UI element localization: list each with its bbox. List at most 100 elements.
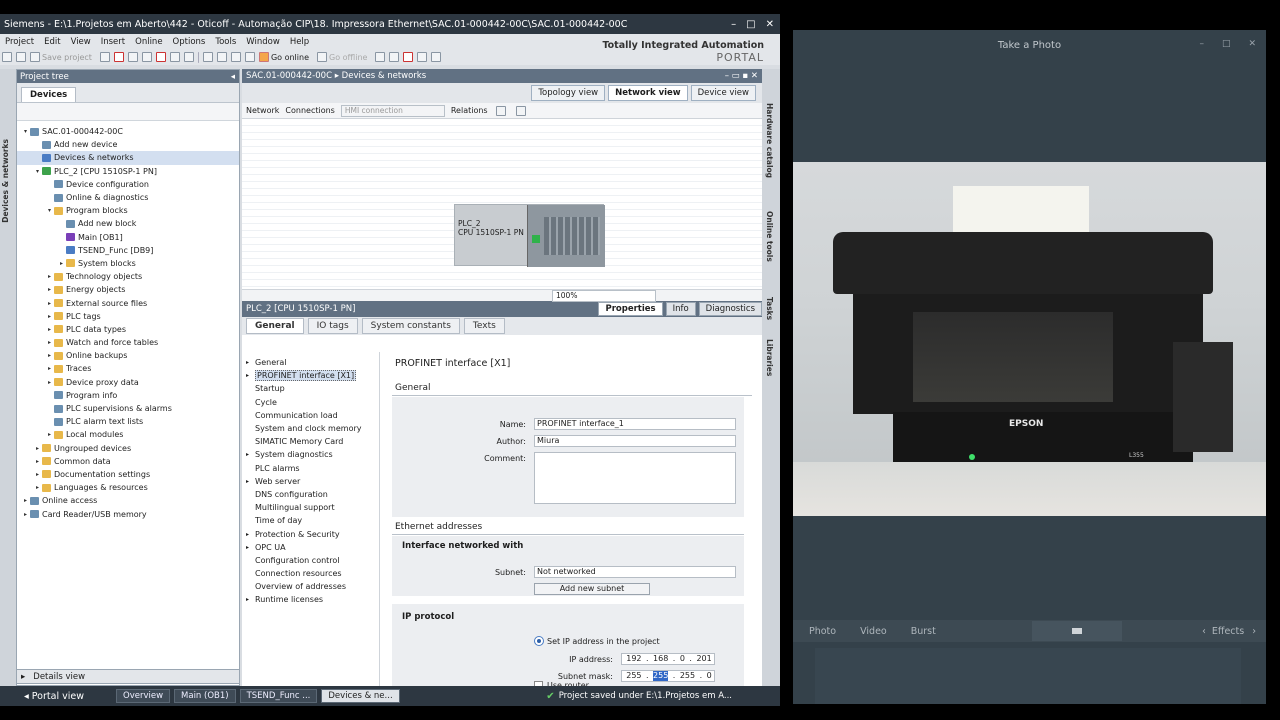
expand-icon[interactable]: ▸ xyxy=(21,672,25,682)
go-online-button[interactable]: Go online xyxy=(271,53,309,62)
expand-arrow-icon[interactable]: ▸ xyxy=(33,484,42,491)
tree-item[interactable]: ▸ Documentation settings xyxy=(17,468,239,481)
grid-icon[interactable] xyxy=(515,105,526,116)
download-icon[interactable] xyxy=(216,52,227,62)
undo-icon[interactable] xyxy=(169,52,180,62)
tab-network-view[interactable]: Network view xyxy=(608,85,688,101)
mode-burst[interactable]: Burst xyxy=(911,626,936,637)
properties-nav-item[interactable]: ▸ System diagnostics xyxy=(242,448,379,461)
tree-item[interactable]: ▸ Ungrouped devices xyxy=(17,442,239,455)
properties-nav-item[interactable]: System and clock memory xyxy=(242,422,379,435)
mode-photo[interactable]: Photo xyxy=(809,626,836,637)
split-editor-vertical-icon[interactable] xyxy=(431,52,442,62)
expand-arrow-icon[interactable]: ▸ xyxy=(45,379,54,386)
zoom-icon[interactable] xyxy=(495,105,506,116)
new-project-icon[interactable] xyxy=(2,52,12,62)
expand-arrow-icon[interactable]: ▸ xyxy=(45,273,54,280)
comment-textarea[interactable] xyxy=(534,452,736,504)
open-project-icon[interactable] xyxy=(16,52,26,62)
subtab-system-constants[interactable]: System constants xyxy=(361,318,460,334)
expand-arrow-icon[interactable]: ▸ xyxy=(21,497,30,504)
tree-item[interactable]: ▸ Languages & resources xyxy=(17,481,239,494)
stop-cpu-icon[interactable] xyxy=(403,52,414,62)
taskbar-overview[interactable]: Overview xyxy=(116,689,171,703)
tree-item[interactable]: ▸ Card Reader/USB memory xyxy=(17,507,239,520)
properties-nav-item[interactable]: ▸ General xyxy=(242,356,379,369)
chevron-right-icon[interactable]: › xyxy=(1252,626,1256,637)
tab-hardware-catalog[interactable]: Hardware catalog xyxy=(765,103,774,178)
tree-item[interactable]: Main [OB1] xyxy=(17,231,239,244)
properties-nav-item[interactable]: SIMATIC Memory Card xyxy=(242,435,379,448)
tree-item[interactable]: TSEND_Func [DB9] xyxy=(17,244,239,257)
chevron-left-icon[interactable]: ‹ xyxy=(1202,626,1206,637)
network-button[interactable]: Network xyxy=(246,106,279,115)
expand-arrow-icon[interactable]: ▸ xyxy=(246,372,255,379)
expand-arrow-icon[interactable]: ▸ xyxy=(45,326,54,333)
properties-nav-item[interactable]: DNS configuration xyxy=(242,488,379,501)
accessible-devices-icon[interactable] xyxy=(375,52,386,62)
upload-icon[interactable] xyxy=(230,52,241,62)
tree-item[interactable]: ▾ Program blocks xyxy=(17,204,239,217)
shutter-button[interactable] xyxy=(1031,621,1122,641)
properties-nav-item[interactable]: Overview of addresses xyxy=(242,580,379,593)
menu-edit[interactable]: Edit xyxy=(39,37,65,47)
tab-properties[interactable]: Properties xyxy=(598,302,663,316)
subnet-select[interactable]: Not networked xyxy=(534,566,736,578)
menu-window[interactable]: Window xyxy=(241,37,285,47)
tree-item[interactable]: ▸ Energy objects xyxy=(17,283,239,296)
zoom-select[interactable]: 100% xyxy=(552,289,656,302)
tree-item[interactable]: Add new device xyxy=(17,138,239,151)
menu-project[interactable]: Project xyxy=(0,37,39,47)
tree-item[interactable]: ▸ Local modules xyxy=(17,428,239,441)
tab-libraries[interactable]: Libraries xyxy=(765,339,774,376)
maximize-icon[interactable]: □ xyxy=(1222,39,1231,49)
properties-nav-item[interactable]: Cycle xyxy=(242,396,379,409)
expand-arrow-icon[interactable]: ▸ xyxy=(45,365,54,372)
properties-nav-item[interactable]: Time of day xyxy=(242,514,379,527)
compile-icon[interactable] xyxy=(202,52,213,62)
collapse-icon[interactable]: ◂ xyxy=(231,72,239,82)
minimize-icon[interactable]: – xyxy=(731,19,736,30)
tab-devices[interactable]: Devices xyxy=(21,87,77,102)
expand-arrow-icon[interactable]: ▸ xyxy=(33,471,42,478)
tree-item[interactable]: ▸ PLC data types xyxy=(17,323,239,336)
cut-icon[interactable] xyxy=(113,52,124,62)
properties-nav-item[interactable]: ▸ Web server xyxy=(242,475,379,488)
relations-button[interactable]: Relations xyxy=(451,106,488,115)
tree-item[interactable]: Online & diagnostics xyxy=(17,191,239,204)
expand-arrow-icon[interactable]: ▾ xyxy=(33,168,42,175)
side-tab-devices-networks[interactable]: Devices & networks xyxy=(1,139,10,223)
properties-nav-item[interactable]: ▸ Runtime licenses xyxy=(242,593,379,606)
simulation-icon[interactable] xyxy=(244,52,255,62)
author-input[interactable]: Miura xyxy=(534,435,736,447)
properties-nav-item[interactable]: Startup xyxy=(242,382,379,395)
properties-nav-item[interactable]: Multilingual support xyxy=(242,501,379,514)
redo-icon[interactable] xyxy=(183,52,194,62)
tree-item[interactable]: ▸ Common data xyxy=(17,455,239,468)
subtab-general[interactable]: General xyxy=(246,318,304,334)
delete-icon[interactable] xyxy=(155,52,166,62)
editor-window-controls[interactable]: – ▭ ▪ ✕ xyxy=(725,71,762,81)
maximize-icon[interactable]: □ xyxy=(746,19,755,30)
expand-arrow-icon[interactable]: ▸ xyxy=(45,313,54,320)
taskbar-tsend-func[interactable]: TSEND_Func ... xyxy=(239,689,318,703)
tab-diagnostics[interactable]: Diagnostics xyxy=(698,302,762,316)
close-icon[interactable]: ✕ xyxy=(1248,39,1256,49)
properties-nav-item[interactable]: ▸ PROFINET interface [X1] xyxy=(242,369,379,382)
tree-item[interactable]: ▸ Online access xyxy=(17,494,239,507)
menu-options[interactable]: Options xyxy=(168,37,211,47)
expand-arrow-icon[interactable]: ▸ xyxy=(246,478,255,485)
tree-item[interactable]: Program info xyxy=(17,389,239,402)
subtab-texts[interactable]: Texts xyxy=(463,318,505,334)
effects-button[interactable]: Effects xyxy=(1212,626,1244,637)
tree-item[interactable]: ▸ Device proxy data xyxy=(17,376,239,389)
go-offline-icon[interactable] xyxy=(317,52,327,62)
tree-item[interactable]: ▾ SAC.01-000442-00C xyxy=(17,125,239,138)
expand-arrow-icon[interactable]: ▸ xyxy=(246,451,255,458)
details-view-bar[interactable]: ▸ Details view xyxy=(16,669,240,684)
save-project-button[interactable]: Save project xyxy=(42,53,92,62)
properties-nav-item[interactable]: ▸ Protection & Security xyxy=(242,527,379,540)
expand-arrow-icon[interactable]: ▸ xyxy=(57,260,66,267)
expand-arrow-icon[interactable]: ▸ xyxy=(246,544,255,551)
plc-device-block[interactable]: PLC_2 CPU 1510SP-1 PN xyxy=(454,204,605,267)
